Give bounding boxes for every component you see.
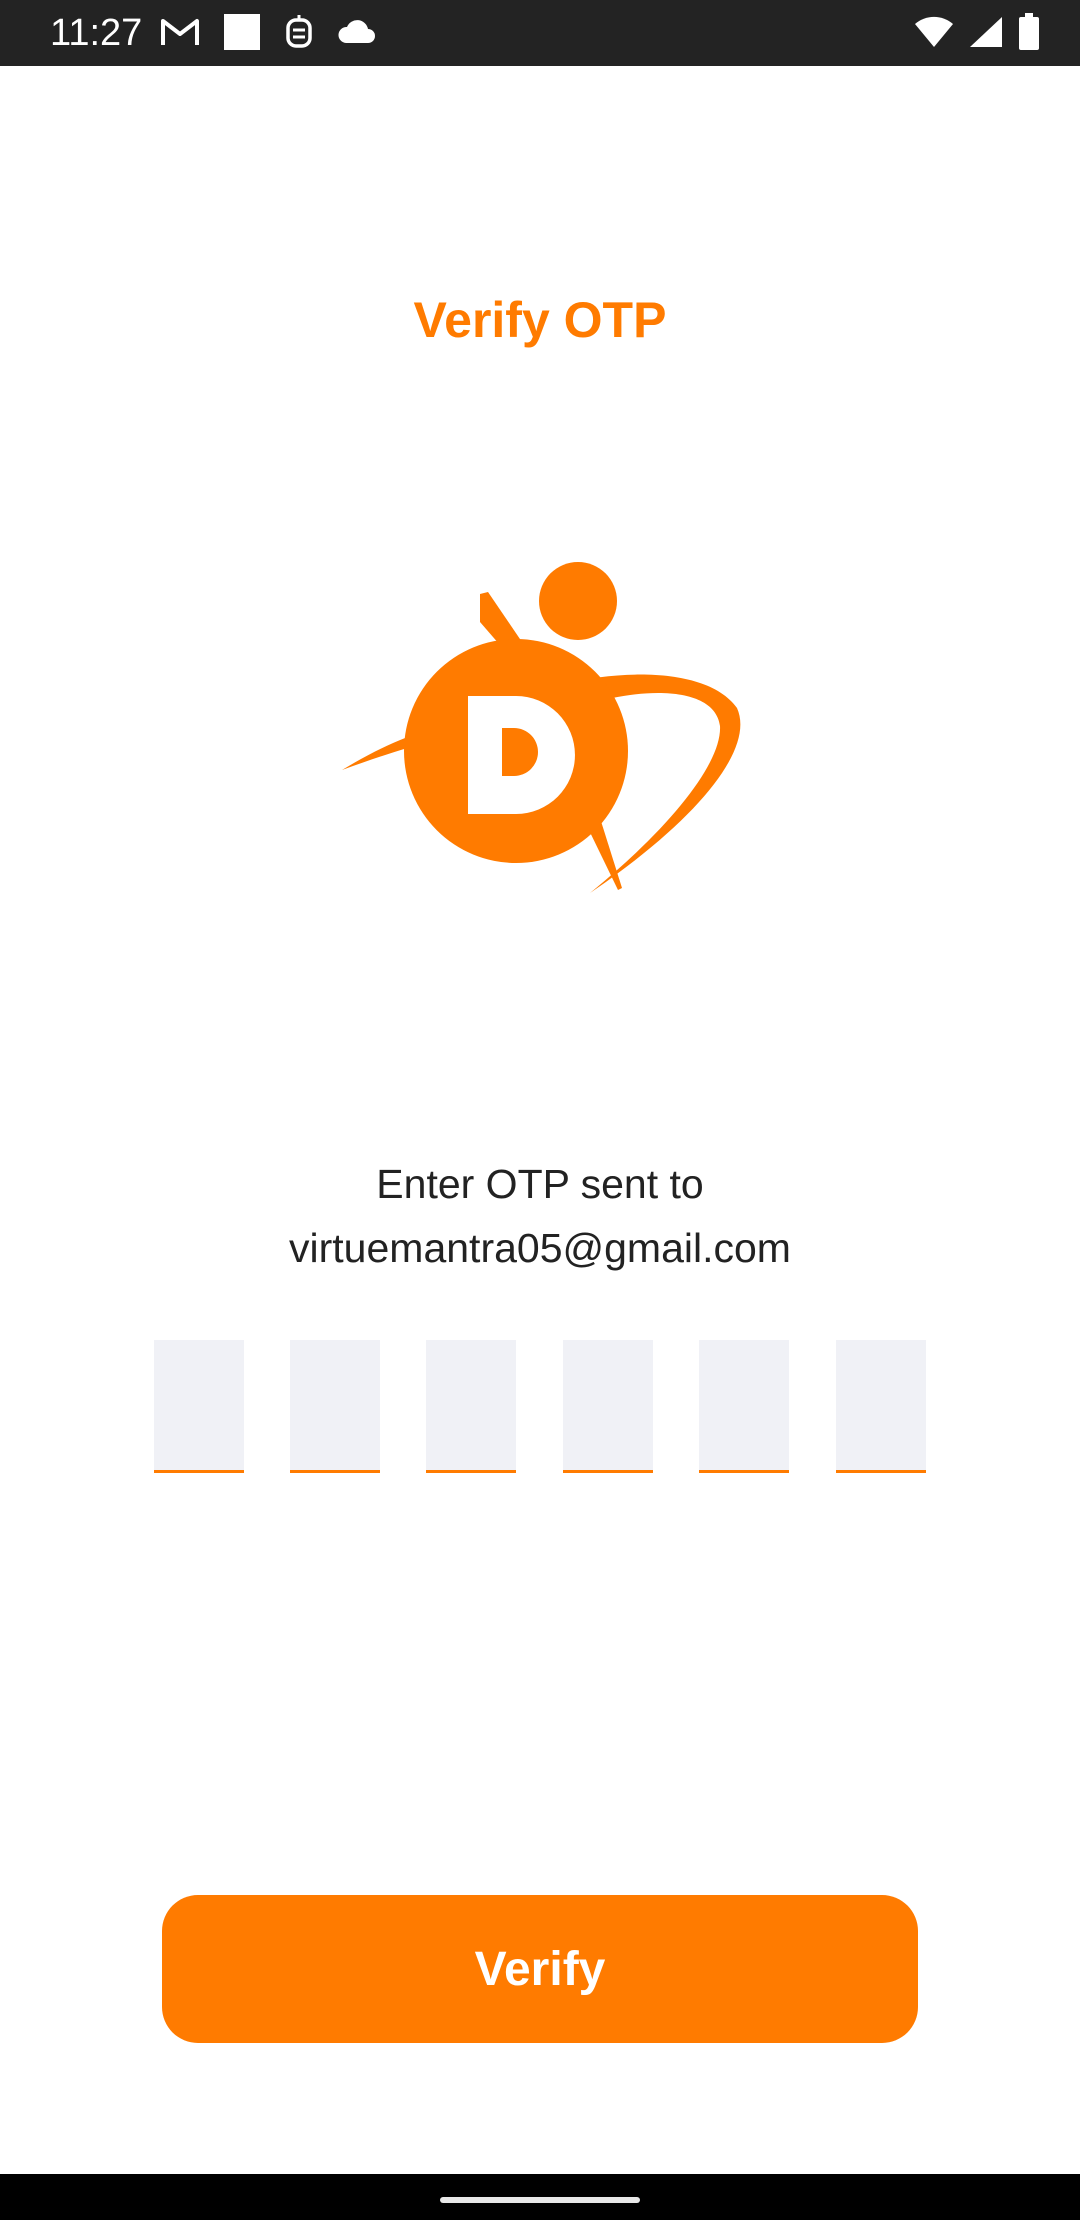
otp-instruction: Enter OTP sent to virtuemantra05@gmail.c… xyxy=(0,1152,1080,1280)
page-title: Verify OTP xyxy=(413,292,667,348)
status-bar: 11:27 xyxy=(0,0,1080,66)
otp-digit-4[interactable] xyxy=(563,1340,653,1473)
battery-icon xyxy=(1018,12,1040,56)
gmail-icon xyxy=(160,17,200,52)
instruction-email: virtuemantra05@gmail.com xyxy=(289,1225,791,1271)
wifi-icon xyxy=(914,15,954,54)
status-icons-right xyxy=(914,12,1040,56)
assistant-icon xyxy=(284,14,314,55)
otp-digit-5[interactable] xyxy=(699,1340,789,1473)
otp-digit-6[interactable] xyxy=(836,1340,926,1473)
home-indicator[interactable] xyxy=(440,2197,640,2203)
notification-square-icon xyxy=(222,12,262,57)
otp-screen: 11:27 Verify OTP Enter OTP sent to virtu… xyxy=(0,0,1080,2220)
navigation-bar xyxy=(0,2174,1080,2220)
otp-digit-3[interactable] xyxy=(426,1340,516,1473)
otp-digit-2[interactable] xyxy=(290,1340,380,1473)
cloud-icon xyxy=(336,19,376,50)
status-icons-left xyxy=(160,12,376,56)
verify-button[interactable]: Verify xyxy=(162,1895,918,2043)
app-logo xyxy=(330,548,750,898)
instruction-line-1: Enter OTP sent to xyxy=(376,1161,704,1207)
status-time: 11:27 xyxy=(50,12,143,54)
otp-input-row xyxy=(154,1340,926,1474)
signal-icon xyxy=(968,15,1004,54)
otp-digit-1[interactable] xyxy=(154,1340,244,1473)
